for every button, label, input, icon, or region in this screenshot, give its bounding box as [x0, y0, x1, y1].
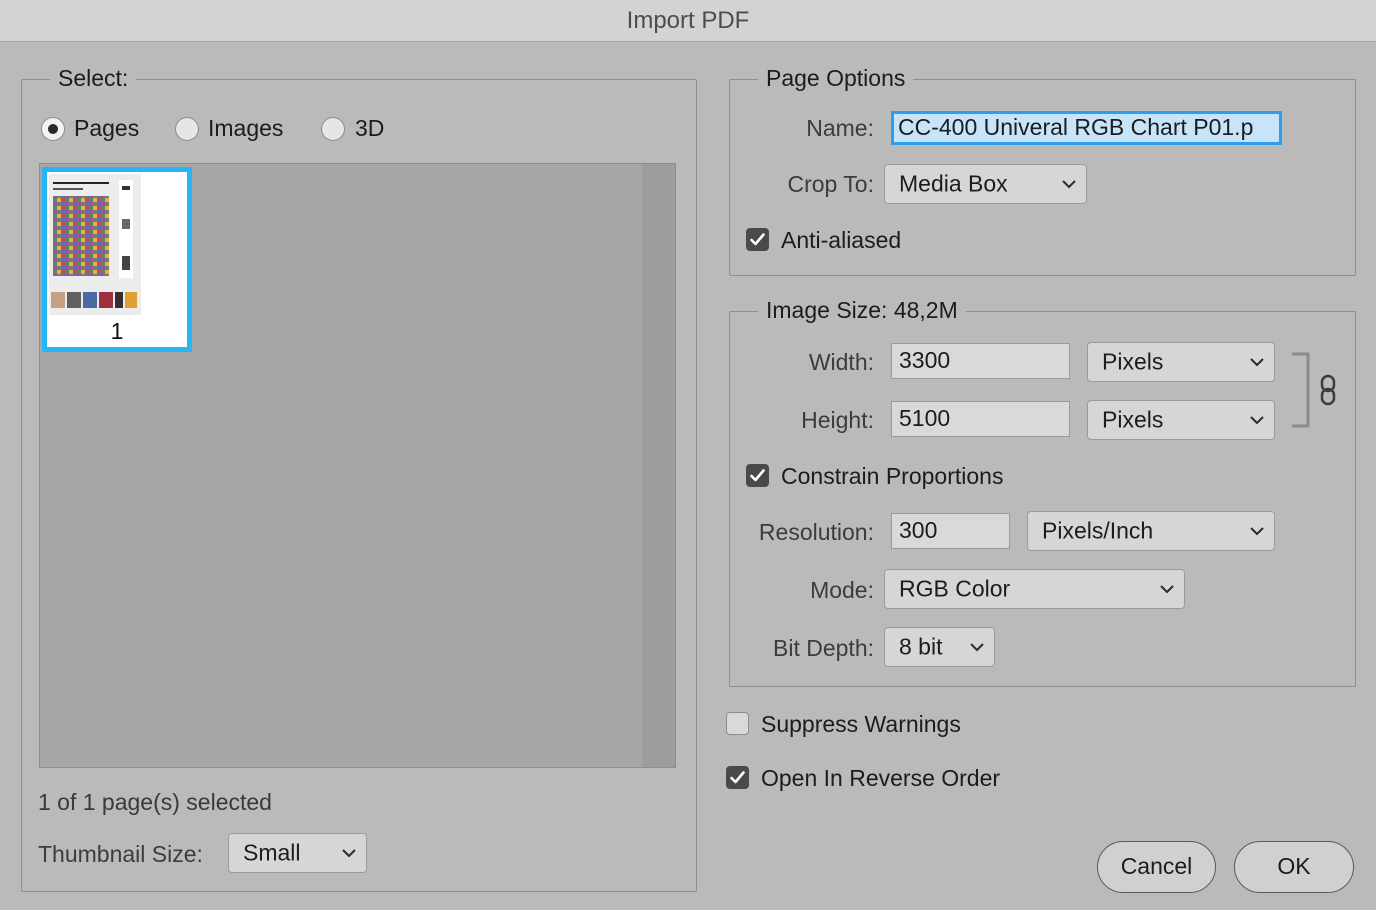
pages-radio[interactable]	[41, 117, 65, 141]
checkmark-icon	[730, 771, 745, 784]
constrain-proportions-checkbox[interactable]	[746, 464, 769, 487]
constrain-link-bracket	[1292, 352, 1310, 428]
page-options-legend: Page Options	[758, 64, 914, 92]
name-input[interactable]: CC-400 Univeral RGB Chart P01.p	[891, 111, 1282, 145]
checkmark-icon	[750, 469, 765, 482]
chevron-down-icon	[1062, 180, 1076, 189]
constrain-proportions-label[interactable]: Constrain Proportions	[781, 461, 1003, 491]
checkmark-icon	[750, 233, 765, 246]
chevron-down-icon	[970, 643, 984, 652]
suppress-warnings-label[interactable]: Suppress Warnings	[761, 709, 961, 739]
resolution-unit-value: Pixels/Inch	[1042, 517, 1154, 544]
color-chart-preview	[49, 174, 141, 315]
3d-radio-label[interactable]: 3D	[355, 113, 384, 143]
bit-depth-value: 8 bit	[899, 633, 943, 660]
crop-to-label: Crop To:	[787, 171, 874, 197]
crop-to-select[interactable]: Media Box	[884, 164, 1087, 204]
resolution-unit-select[interactable]: Pixels/Inch	[1027, 511, 1275, 551]
chevron-down-icon	[1250, 416, 1264, 425]
chevron-down-icon	[1250, 358, 1264, 367]
height-input[interactable]: 5100	[891, 401, 1070, 437]
thumbnail-size-label: Thumbnail Size:	[38, 841, 203, 867]
width-unit-value: Pixels	[1102, 348, 1164, 375]
thumbnail-size-select[interactable]: Small	[228, 833, 367, 873]
window-title: Import PDF	[626, 7, 750, 34]
width-unit-select[interactable]: Pixels	[1087, 342, 1275, 382]
anti-aliased-checkbox[interactable]	[746, 228, 769, 251]
image-size-legend: Image Size: 48,2M	[758, 296, 966, 324]
page-preview-image	[49, 174, 141, 315]
resolution-input[interactable]: 300	[891, 513, 1010, 549]
width-label: Width:	[808, 349, 874, 375]
title-bar: Import PDF	[0, 0, 1376, 42]
reverse-order-checkbox[interactable]	[726, 766, 749, 789]
page-thumbnail-number: 1	[110, 318, 124, 344]
mode-label: Mode:	[810, 577, 874, 603]
selection-status: 1 of 1 page(s) selected	[38, 789, 272, 815]
height-unit-select[interactable]: Pixels	[1087, 400, 1275, 440]
resolution-label: Resolution:	[758, 519, 874, 545]
height-label: Height:	[801, 407, 874, 433]
chevron-down-icon	[1160, 585, 1174, 594]
page-thumbnail[interactable]: 1	[42, 167, 192, 352]
thumbnail-size-value: Small	[243, 839, 301, 866]
crop-to-value: Media Box	[899, 170, 1008, 197]
name-label: Name:	[806, 115, 874, 141]
width-input[interactable]: 3300	[891, 343, 1070, 379]
bit-depth-label: Bit Depth:	[773, 635, 874, 661]
mode-value: RGB Color	[899, 575, 1011, 602]
suppress-warnings-checkbox[interactable]	[726, 712, 749, 735]
thumbnail-scrollbar[interactable]	[642, 164, 675, 767]
mode-select[interactable]: RGB Color	[884, 569, 1185, 609]
images-radio-label[interactable]: Images	[208, 113, 283, 143]
height-unit-value: Pixels	[1102, 406, 1164, 433]
pages-radio-label[interactable]: Pages	[74, 113, 139, 143]
chain-link-icon[interactable]	[1318, 374, 1338, 406]
anti-aliased-label[interactable]: Anti-aliased	[781, 225, 901, 255]
select-group-legend: Select:	[50, 64, 137, 92]
cancel-button[interactable]: Cancel	[1097, 841, 1216, 893]
reverse-order-label[interactable]: Open In Reverse Order	[761, 763, 1000, 793]
chevron-down-icon	[1250, 527, 1264, 536]
images-radio[interactable]	[175, 117, 199, 141]
bit-depth-select[interactable]: 8 bit	[884, 627, 995, 667]
ok-button[interactable]: OK	[1234, 841, 1354, 893]
chevron-down-icon	[342, 849, 356, 858]
3d-radio[interactable]	[321, 117, 345, 141]
